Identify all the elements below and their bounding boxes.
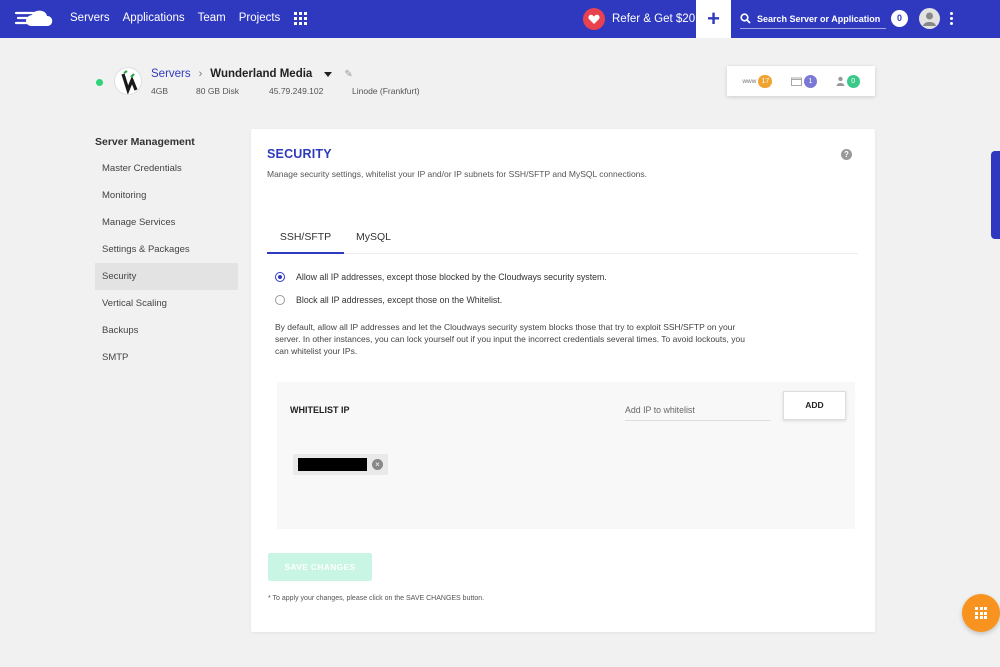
www-icon: www (742, 77, 757, 85)
refer-label: Refer & Get $20 (612, 13, 696, 25)
apps-grid-icon[interactable] (294, 12, 307, 25)
stat-users[interactable]: 0 (836, 74, 860, 88)
user-icon (923, 12, 936, 26)
server-status-dot (96, 79, 103, 86)
server-provider: Linode (Frankfurt) (352, 86, 420, 96)
redacted-ip (298, 458, 367, 471)
page-title: SECURITY (267, 147, 332, 161)
wunderland-logo-icon (121, 70, 138, 94)
remove-ip-icon[interactable]: × (372, 459, 383, 470)
server-disk: 80 GB Disk (196, 86, 239, 96)
user-avatar[interactable] (919, 8, 940, 29)
search-input[interactable]: Search Server or Application (740, 9, 886, 29)
security-info-text: By default, allow all IP addresses and l… (275, 322, 745, 356)
quick-menu-button[interactable] (962, 594, 1000, 632)
top-bar: Servers Applications Team Projects Refer… (0, 0, 1000, 38)
option-block-all[interactable]: Block all IP addresses, except those on … (275, 295, 502, 305)
folder-icon (790, 77, 802, 86)
radio-allow-all[interactable] (275, 272, 285, 282)
sidebar-item-manage-services[interactable]: Manage Services (95, 209, 238, 236)
projects-count-badge: 1 (803, 74, 817, 88)
nav-servers[interactable]: Servers (70, 12, 110, 24)
sidebar-item-master-credentials[interactable]: Master Credentials (95, 155, 238, 182)
breadcrumb-servers[interactable]: Servers (151, 68, 191, 80)
nav-projects[interactable]: Projects (239, 12, 281, 24)
chevron-down-icon[interactable] (324, 71, 333, 77)
more-menu-icon[interactable] (950, 12, 953, 25)
security-card: SECURITY ? Manage security settings, whi… (251, 129, 875, 632)
sidebar-item-backups[interactable]: Backups (95, 317, 238, 344)
option-block-all-label: Block all IP addresses, except those on … (296, 295, 503, 305)
nav-team[interactable]: Team (198, 12, 226, 24)
breadcrumb: Servers › Wunderland Media ✎ (151, 68, 353, 80)
cloudways-logo-icon[interactable] (14, 7, 56, 31)
security-tabs: SSH/SFTP MySQL (267, 226, 858, 254)
radio-block-all[interactable] (275, 295, 285, 305)
notification-badge[interactable]: 0 (891, 10, 908, 27)
sidebar-item-vertical-scaling[interactable]: Vertical Scaling (95, 290, 238, 317)
tab-ssh-sftp[interactable]: SSH/SFTP (267, 231, 344, 254)
search-icon (740, 13, 751, 24)
stat-applications[interactable]: www 17 (742, 74, 773, 88)
search-placeholder: Search Server or Application (757, 13, 881, 24)
heart-icon (583, 8, 605, 30)
save-changes-button[interactable]: SAVE CHANGES (268, 553, 372, 581)
breadcrumb-separator: › (198, 68, 203, 80)
main-nav: Servers Applications Team Projects (70, 12, 280, 24)
apps-grid-icon (975, 607, 987, 619)
sidebar-item-settings-packages[interactable]: Settings & Packages (95, 236, 238, 263)
tab-mysql[interactable]: MySQL (356, 231, 391, 243)
server-ip: 45.79.249.102 (269, 86, 324, 96)
edit-pencil-icon[interactable]: ✎ (344, 69, 352, 80)
feedback-side-tab[interactable] (991, 151, 1000, 239)
sidebar-item-monitoring[interactable]: Monitoring (95, 182, 238, 209)
option-allow-all[interactable]: Allow all IP addresses, except those blo… (275, 272, 607, 282)
help-icon[interactable]: ? (841, 149, 852, 160)
whitelisted-ip-chip: × (293, 454, 388, 475)
server-meta: 4GB 80 GB Disk 45.79.249.102 Linode (Fra… (151, 86, 420, 96)
server-stats: www 17 1 0 (727, 66, 875, 96)
server-name[interactable]: Wunderland Media (210, 68, 312, 80)
stat-projects[interactable]: 1 (790, 74, 817, 88)
add-new-button[interactable]: + (696, 0, 731, 38)
apps-count-badge: 17 (758, 74, 773, 88)
whitelist-panel: WHITELIST IP Add IP to whitelist ADD × (277, 382, 855, 529)
sidebar-title: Server Management (95, 136, 195, 148)
option-allow-all-label: Allow all IP addresses, except those blo… (296, 272, 607, 282)
whitelist-ip-input[interactable]: Add IP to whitelist (625, 399, 771, 421)
server-ram: 4GB (151, 86, 169, 96)
save-footnote: * To apply your changes, please click on… (268, 595, 485, 602)
sidebar-menu: Master Credentials Monitoring Manage Ser… (95, 155, 238, 371)
users-count-badge: 0 (846, 74, 860, 88)
whitelist-title: WHITELIST IP (290, 405, 350, 415)
user-icon (836, 76, 845, 86)
sidebar-item-smtp[interactable]: SMTP (95, 344, 238, 371)
server-logo (114, 67, 142, 95)
nav-applications[interactable]: Applications (123, 12, 185, 24)
add-ip-button[interactable]: ADD (783, 391, 846, 420)
page-description: Manage security settings, whitelist your… (267, 169, 648, 179)
refer-button[interactable]: Refer & Get $20 (583, 7, 695, 31)
sidebar-item-security[interactable]: Security (95, 263, 238, 290)
